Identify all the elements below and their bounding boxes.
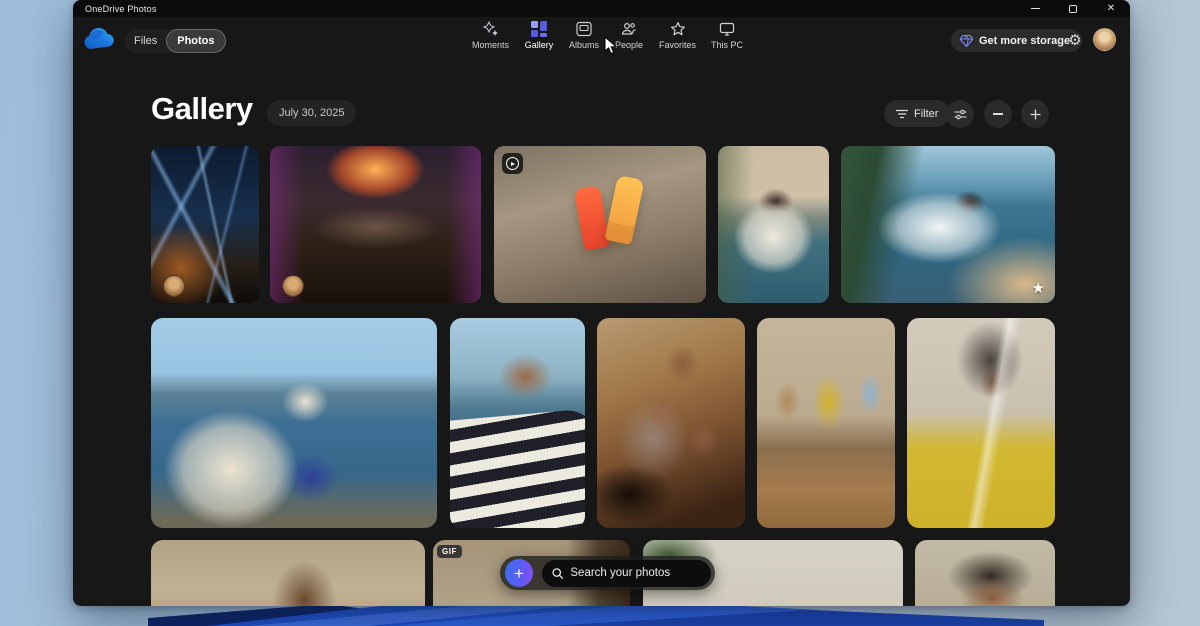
sliders-icon [954,109,967,120]
minus-icon [993,113,1003,115]
people-icon [621,20,638,37]
photo-woman-boat-harbor[interactable] [718,146,829,303]
photo-woman-yellow-wine[interactable] [907,318,1055,528]
close-button[interactable]: ✕ [1092,0,1130,17]
photo-man-striped-shirt[interactable] [450,318,585,528]
settings-button[interactable]: ⚙ [1064,29,1086,51]
maximize-icon [1069,5,1077,13]
people-avatar-badge [282,275,304,297]
photo-boy-boat-wake[interactable]: ★ [841,146,1055,303]
nav-people[interactable]: People [614,20,644,50]
gif-badge: GIF [437,545,462,558]
filter-button[interactable]: Filter [884,100,950,127]
grid-icon [531,20,548,37]
maximize-button[interactable] [1054,0,1092,17]
nav-favorites[interactable]: Favorites [659,20,696,50]
view-toggle: Files Photos [125,29,202,53]
star-icon [669,20,686,37]
mouse-cursor [604,36,618,55]
window-title: OneDrive Photos [73,4,157,14]
get-more-storage-button[interactable]: Get more storage [951,29,1082,52]
floating-search-bar: + [500,556,715,590]
gear-icon: ⚙ [1068,31,1081,49]
minimize-button[interactable] [1016,0,1054,17]
video-popsicles[interactable] [494,146,706,303]
filter-lines-icon [896,109,908,119]
video-play-badge [502,153,523,174]
favorite-star-badge: ★ [1032,279,1045,297]
album-icon [576,20,593,37]
photo-woman-sunglasses-smile[interactable] [915,540,1055,606]
toggle-files[interactable]: Files [125,35,166,47]
toggle-photos-selected[interactable]: Photos [166,29,225,53]
zoom-out-button[interactable] [984,100,1012,128]
photo-stone-house-group[interactable] [151,540,425,606]
account-avatar[interactable] [1093,28,1116,51]
nav-albums[interactable]: Albums [569,20,599,50]
onedrive-cloud-icon [82,27,114,51]
close-icon: ✕ [1107,4,1115,14]
page-title: Gallery [151,91,253,127]
nav-gallery[interactable]: Gallery [524,20,554,50]
search-input[interactable] [570,567,701,579]
onedrive-photos-window: OneDrive Photos ✕ Files Photos Moments [73,0,1130,606]
nav-moments[interactable]: Moments [472,20,509,50]
people-avatar-badge [163,275,185,297]
photo-friends-car-selfie[interactable] [597,318,745,528]
nav-this-pc[interactable]: This PC [711,20,743,50]
plus-icon [1030,109,1041,120]
plus-icon: + [514,565,524,582]
magnifier-icon [552,567,563,580]
minimize-icon [1031,8,1040,9]
photo-concert-light-show[interactable] [151,146,259,303]
zoom-in-button[interactable] [1021,100,1049,128]
search-field[interactable] [542,560,711,587]
monitor-icon [719,20,736,37]
date-chip: July 30, 2025 [267,100,356,126]
diamond-icon [960,35,973,47]
photo-festival-crowd[interactable] [270,146,481,303]
photo-couple-boat-bay[interactable] [151,318,437,528]
titlebar[interactable]: OneDrive Photos ✕ [73,0,1130,17]
add-create-button[interactable]: + [505,559,533,587]
photo-family-outdoor-dinner[interactable] [757,318,895,528]
view-options-button[interactable] [946,100,974,128]
sparkle-icon [482,20,499,37]
